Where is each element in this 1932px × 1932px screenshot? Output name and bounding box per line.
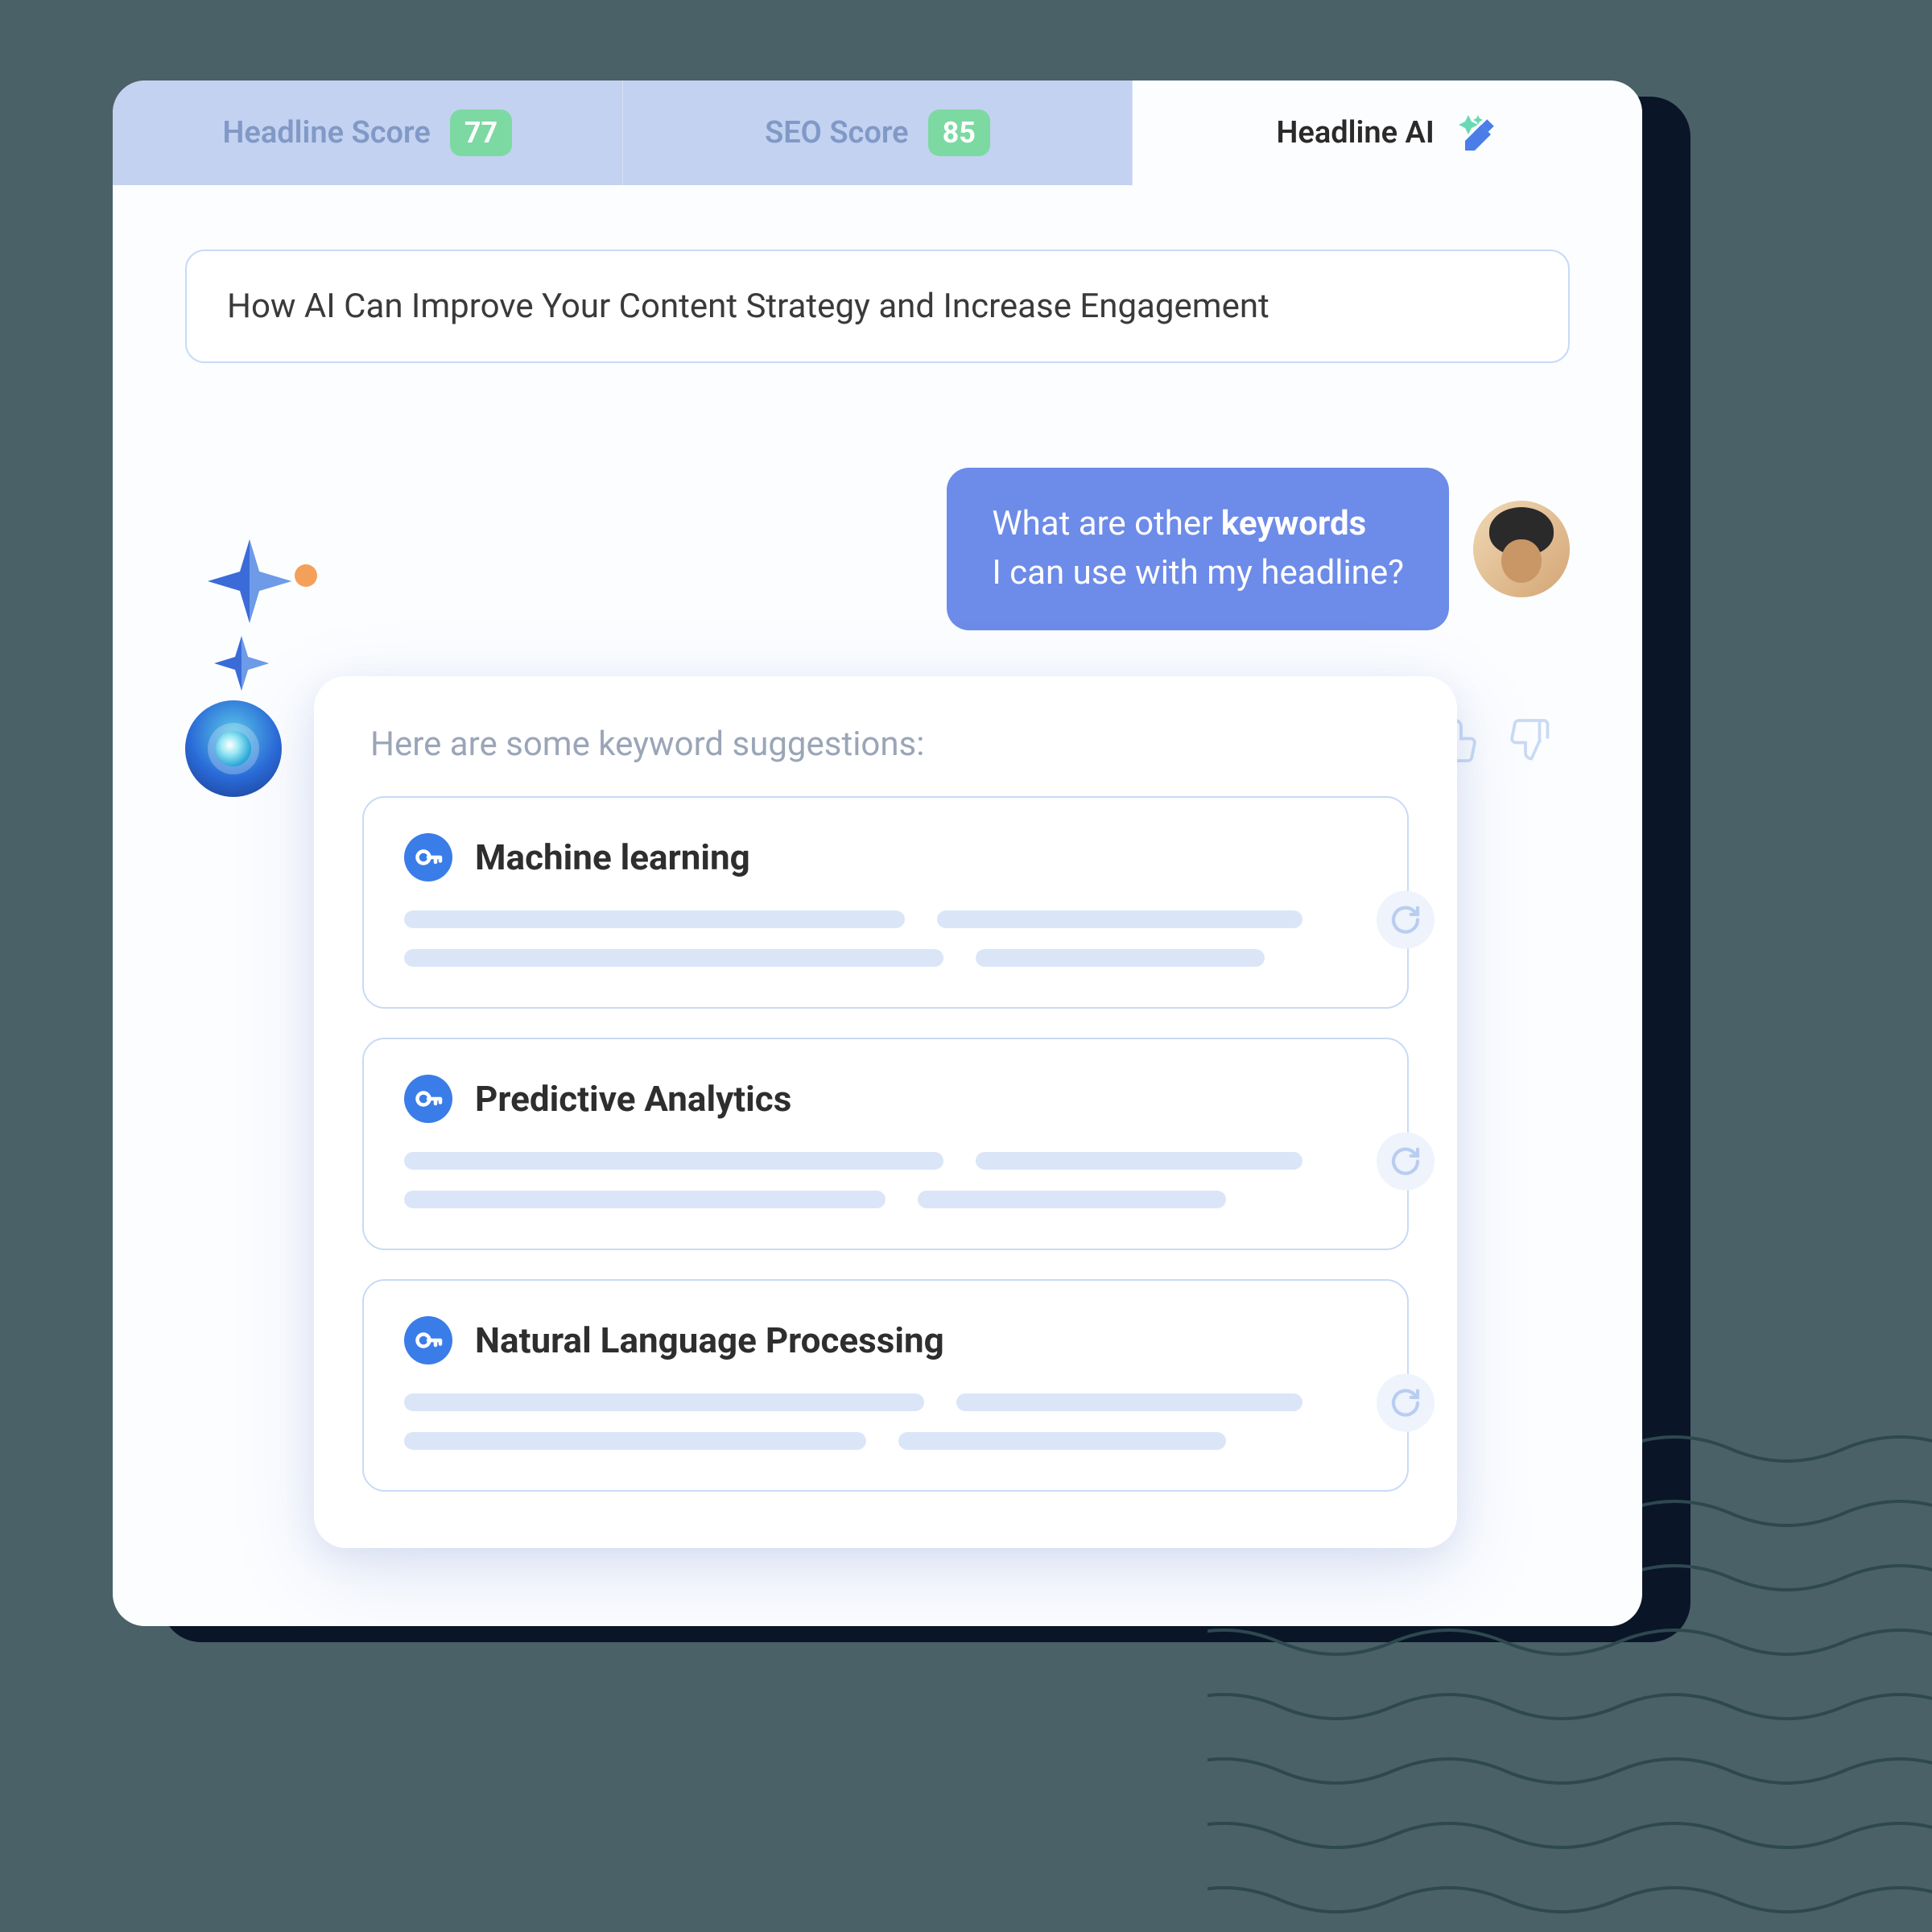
keyword-title: Predictive Analytics — [475, 1078, 791, 1120]
score-badge: 77 — [450, 109, 512, 156]
keyword-title: Machine learning — [475, 836, 750, 878]
tab-headline-ai[interactable]: Headline AI — [1133, 80, 1642, 185]
keyword-title: Natural Language Processing — [475, 1319, 944, 1361]
skeleton-placeholder — [404, 910, 1367, 967]
key-icon — [404, 833, 452, 881]
skeleton-placeholder — [404, 1152, 1367, 1208]
refresh-button[interactable] — [1377, 1374, 1435, 1432]
score-badge: 85 — [928, 109, 990, 156]
headline-input[interactable] — [185, 250, 1570, 363]
user-msg-bold: keywords — [1221, 504, 1366, 543]
tab-label: SEO Score — [765, 115, 909, 151]
refresh-button[interactable] — [1377, 891, 1435, 949]
keyword-suggestion[interactable]: Predictive Analytics — [362, 1038, 1409, 1250]
user-avatar — [1473, 501, 1570, 597]
refresh-button[interactable] — [1377, 1133, 1435, 1191]
user-msg-suffix: I can use with my headline? — [992, 553, 1404, 592]
response-title: Here are some keyword suggestions: — [362, 724, 1409, 764]
main-panel: Headline Score 77 SEO Score 85 Headline … — [113, 80, 1642, 1626]
keyword-suggestion[interactable]: Natural Language Processing — [362, 1279, 1409, 1492]
tab-label: Headline AI — [1277, 115, 1435, 151]
ai-response-card: Here are some keyword suggestions: Machi… — [314, 676, 1457, 1548]
keyword-suggestion[interactable]: Machine learning — [362, 796, 1409, 1009]
sparkle-icon — [201, 531, 346, 696]
thumbs-down-icon[interactable] — [1505, 716, 1554, 768]
tab-seo-score[interactable]: SEO Score 85 — [622, 80, 1133, 185]
skeleton-placeholder — [404, 1393, 1367, 1450]
tab-bar: Headline Score 77 SEO Score 85 Headline … — [113, 80, 1642, 185]
key-icon — [404, 1075, 452, 1123]
user-message-bubble: What are other keywords I can use with m… — [947, 468, 1449, 630]
key-icon — [404, 1316, 452, 1364]
ai-pencil-icon — [1454, 110, 1499, 155]
tab-headline-score[interactable]: Headline Score 77 — [113, 80, 622, 185]
bot-avatar — [185, 700, 282, 797]
tab-label: Headline Score — [223, 115, 431, 151]
user-message-row: What are other keywords I can use with m… — [185, 468, 1570, 630]
user-msg-prefix: What are other — [992, 504, 1221, 543]
